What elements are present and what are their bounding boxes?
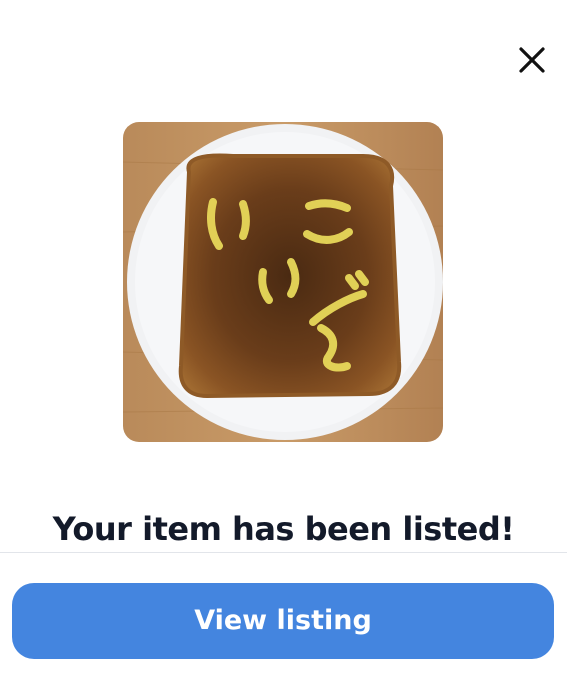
success-headline: Your item has been listed!: [52, 510, 515, 548]
toast-slice: [178, 153, 402, 399]
close-icon: [519, 47, 545, 73]
view-listing-button[interactable]: View listing: [12, 583, 554, 659]
divider: [0, 552, 567, 553]
listing-success-screen: Your item has been listed! View listing: [0, 0, 567, 680]
item-photo: [123, 122, 443, 442]
close-button[interactable]: [516, 44, 548, 76]
